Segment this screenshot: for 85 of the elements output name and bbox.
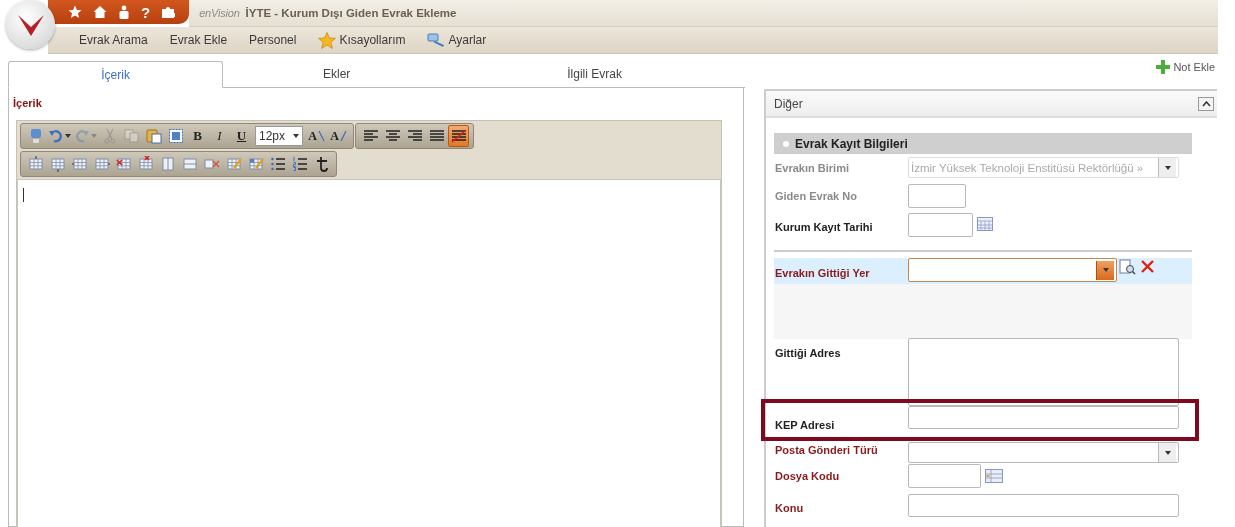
window-title: İYTE - Kurum Dışı Giden Evrak Ekleme bbox=[245, 7, 457, 19]
menu-item[interactable]: Evrak Ekle bbox=[169, 33, 228, 47]
redo-icon bbox=[74, 128, 90, 144]
align-right-icon bbox=[406, 128, 423, 144]
panel-title: Diğer bbox=[774, 96, 803, 111]
tab[interactable]: Ekler bbox=[229, 61, 445, 87]
field-label: Kurum Kayıt Tarihi bbox=[774, 220, 874, 233]
align-center-icon bbox=[384, 128, 401, 144]
scissors-icon bbox=[101, 128, 118, 144]
calendar-icon bbox=[977, 217, 993, 231]
section-label: İçerik bbox=[13, 97, 42, 109]
chevron-up-icon bbox=[1201, 100, 1211, 107]
menu-item[interactable]: Personel bbox=[249, 33, 297, 47]
menu-item[interactable]: Kısayollarım bbox=[318, 31, 406, 49]
numbered-list-icon bbox=[291, 156, 308, 172]
brand-logo: enVision bbox=[199, 7, 240, 19]
menu-item[interactable]: Evrak Arama bbox=[79, 33, 148, 47]
text-area[interactable] bbox=[908, 338, 1179, 406]
insert-column-icon bbox=[93, 156, 110, 172]
bullet-list-icon bbox=[269, 156, 286, 172]
caret-icon bbox=[1164, 450, 1171, 455]
copy-icon bbox=[123, 128, 140, 144]
tab[interactable]: İlgili Evrak bbox=[450, 61, 739, 87]
font-size-select[interactable]: 12px bbox=[255, 126, 303, 146]
close-icon bbox=[1140, 259, 1155, 274]
select-all-icon bbox=[167, 128, 184, 144]
help-icon[interactable]: ? bbox=[141, 4, 151, 20]
field-label: Gittiği Adres bbox=[774, 346, 842, 359]
insert-column-icon bbox=[71, 156, 88, 172]
table-edit-icon bbox=[225, 156, 242, 172]
align-left-icon bbox=[362, 128, 379, 144]
lookup-field[interactable] bbox=[908, 258, 1117, 282]
delete-row-icon bbox=[115, 156, 132, 172]
tools-icon bbox=[427, 32, 446, 48]
app-logo[interactable] bbox=[6, 0, 55, 49]
star-icon[interactable] bbox=[68, 5, 82, 19]
paste-icon bbox=[145, 128, 162, 144]
field-label: Konu bbox=[774, 501, 805, 514]
caret-icon bbox=[1102, 268, 1109, 272]
star-icon bbox=[318, 31, 337, 49]
input-field[interactable] bbox=[908, 213, 973, 237]
toolbar-button[interactable]: U bbox=[231, 125, 252, 147]
list-view-icon bbox=[985, 469, 1003, 483]
toolbar-button[interactable] bbox=[448, 125, 469, 147]
split-cells-icon bbox=[181, 156, 198, 172]
field-label: Evrakın Birimi bbox=[774, 161, 850, 174]
home-icon[interactable] bbox=[93, 5, 107, 19]
search-document-icon[interactable] bbox=[1119, 259, 1136, 275]
bullet-icon bbox=[783, 140, 789, 147]
caret-icon bbox=[293, 134, 299, 138]
insert-row-icon bbox=[27, 156, 44, 172]
caret-icon bbox=[1164, 165, 1171, 170]
field-label: KEP Adresi bbox=[774, 418, 836, 431]
field-label: Posta Gönderi Türü bbox=[774, 443, 879, 456]
remove-button[interactable] bbox=[1140, 259, 1155, 275]
dropdown-field[interactable] bbox=[908, 442, 1179, 463]
field-label: Dosya Kodu bbox=[774, 469, 841, 482]
field-label: Giden Evrak No bbox=[774, 189, 858, 202]
justify-icon bbox=[428, 128, 445, 144]
person-icon[interactable] bbox=[118, 5, 130, 19]
toolbar-button[interactable]: A bbox=[328, 125, 349, 147]
plus-icon bbox=[1156, 60, 1171, 74]
cell-edit-icon bbox=[247, 156, 264, 172]
cut-cell-icon bbox=[203, 156, 220, 172]
add-note-button[interactable]: Not Ekle bbox=[1156, 60, 1215, 74]
strikethrough-icon bbox=[450, 128, 467, 144]
input-field[interactable] bbox=[908, 464, 981, 488]
insert-row-icon bbox=[49, 156, 66, 172]
section-title: Evrak Kayıt Bilgileri bbox=[795, 136, 908, 151]
toolbar-button[interactable]: A bbox=[306, 125, 327, 147]
menu-item[interactable]: Ayarlar bbox=[427, 32, 487, 48]
input-field[interactable] bbox=[908, 406, 1179, 429]
merge-cells-icon bbox=[159, 156, 176, 172]
input-field[interactable] bbox=[908, 184, 966, 208]
undo-icon bbox=[48, 128, 64, 144]
text-cursor bbox=[23, 188, 24, 202]
toolbar-button[interactable]: I bbox=[209, 125, 230, 147]
toolbar-button[interactable]: B bbox=[187, 125, 208, 147]
field-label: Evrakın Gittiği Yer bbox=[774, 266, 871, 281]
delete-column-icon bbox=[137, 156, 154, 172]
tab[interactable]: İçerik bbox=[8, 61, 224, 88]
puzzle-icon[interactable] bbox=[161, 5, 176, 19]
document-search-icon bbox=[1119, 259, 1136, 275]
collapse-button[interactable] bbox=[1198, 96, 1214, 111]
input-field[interactable] bbox=[908, 494, 1179, 517]
